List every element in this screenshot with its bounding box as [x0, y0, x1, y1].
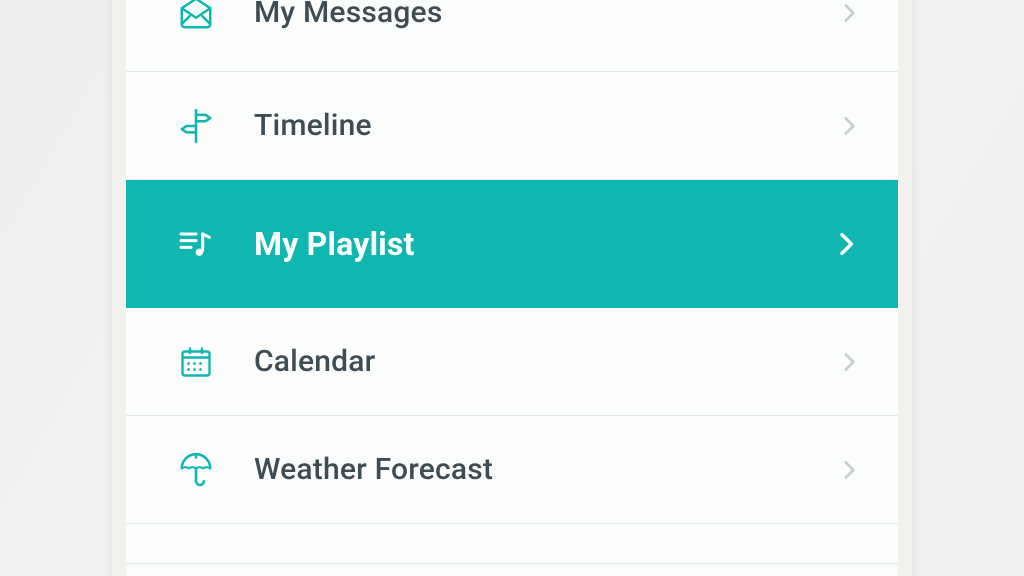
menu-item-label: My Playlist	[254, 225, 415, 263]
calendar-icon	[174, 340, 218, 384]
chevron-right-icon	[836, 113, 862, 139]
menu-item-my-messages[interactable]: My Messages 4	[126, 0, 898, 72]
menu-item-weather-forecast[interactable]: Weather Forecast	[126, 416, 898, 524]
menu-item-calendar[interactable]: Calendar	[126, 308, 898, 416]
music-note-icon	[174, 222, 218, 266]
device-frame: My Messages 4 Timeline	[112, 0, 912, 576]
menu-item-label: Timeline	[254, 108, 372, 143]
menu-item-my-playlist[interactable]: My Playlist	[126, 180, 898, 308]
menu-item-label: Calendar	[254, 344, 375, 379]
chevron-right-icon	[836, 457, 862, 483]
chevron-right-icon	[830, 228, 862, 260]
envelope-open-icon	[174, 0, 218, 35]
menu-item-timeline[interactable]: Timeline	[126, 72, 898, 180]
chevron-right-icon	[836, 349, 862, 375]
menu-item-label: My Messages	[254, 0, 442, 30]
menu-item-next[interactable]	[126, 524, 898, 564]
chevron-right-icon	[836, 0, 862, 26]
signpost-icon	[174, 104, 218, 148]
menu-item-label: Weather Forecast	[254, 452, 493, 487]
umbrella-icon	[174, 448, 218, 492]
menu-screen: My Messages 4 Timeline	[126, 0, 898, 576]
